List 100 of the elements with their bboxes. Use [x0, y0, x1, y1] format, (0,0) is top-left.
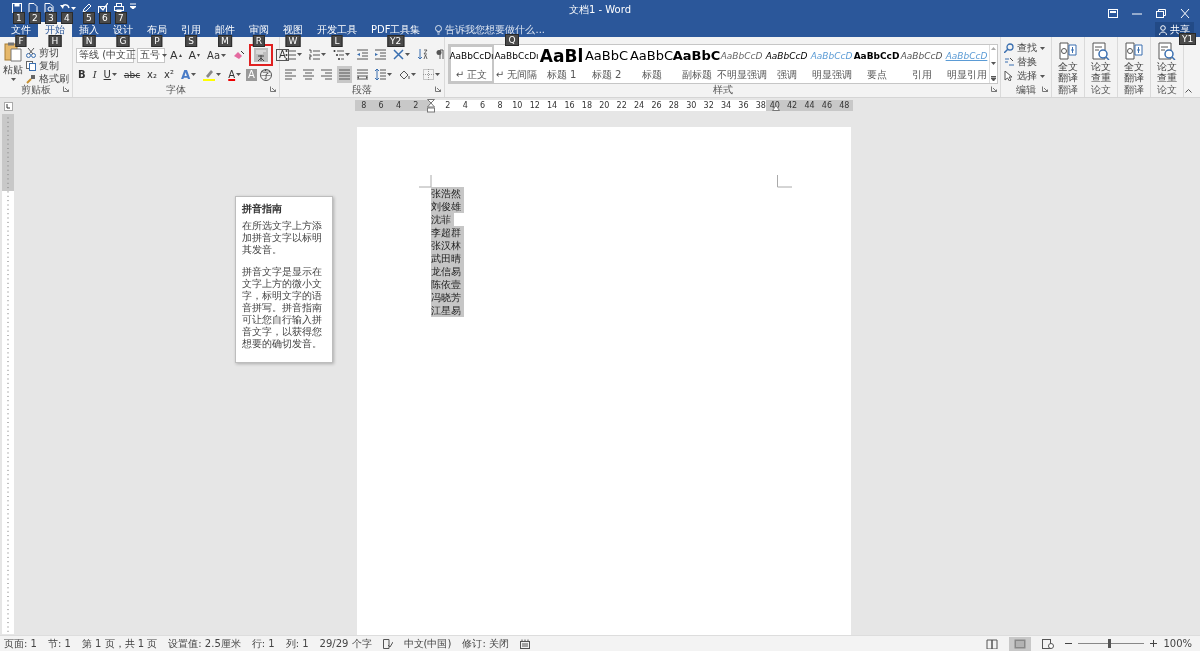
ribbon-tab[interactable]: 插入	[72, 22, 106, 37]
toolbar-button[interactable]	[28, 3, 38, 13]
group-title: 论文	[1091, 83, 1111, 96]
shrink-button[interactable]: A	[186, 46, 203, 64]
zoom-slider[interactable]	[1078, 639, 1145, 648]
clipboard-command[interactable]: 剪切	[26, 47, 69, 59]
view-button[interactable]	[1009, 636, 1032, 651]
style-preview: AaBbCcD	[945, 50, 988, 63]
style-label: 标题	[641, 68, 662, 82]
effects-button[interactable]: A	[178, 66, 199, 83]
ribbon-tab[interactable]: 设计	[106, 22, 140, 37]
slider-thumb[interactable]	[1108, 639, 1112, 648]
status-item[interactable]: 列: 1	[285, 636, 309, 651]
style-item[interactable]: AaBl 标题 1	[539, 45, 584, 83]
style-item[interactable]: AaBbCcD 要点	[854, 45, 899, 83]
replace-button[interactable]: 替换	[1004, 56, 1045, 68]
font-size-field[interactable]: 五号	[137, 47, 165, 63]
keytip-tooltip: 7	[115, 12, 127, 24]
ribbon-tab[interactable]: 视图	[276, 22, 310, 37]
check-button[interactable]: 论文查重	[1154, 40, 1180, 83]
style-item[interactable]: AaBbCcD 明显引用	[944, 45, 989, 83]
caret-icon	[236, 73, 242, 76]
status-item[interactable]: 页面: 1	[4, 636, 37, 651]
strike-button[interactable]: abc	[121, 66, 143, 83]
pencil-icon	[82, 3, 92, 13]
status-item[interactable]: 中文(中国)	[403, 636, 452, 651]
keytip-tooltip: N	[82, 35, 96, 47]
phonetic-button[interactable]	[249, 44, 274, 66]
status-item[interactable]: 节: 1	[47, 636, 71, 651]
align-center-icon	[303, 68, 314, 80]
zoom-in-button[interactable]	[1150, 640, 1158, 647]
bold-button[interactable]: B	[76, 66, 88, 83]
keytip-tooltip: G	[116, 35, 130, 47]
ribbon-tab[interactable]: 布局	[140, 22, 174, 37]
underline-button[interactable]: U	[101, 66, 119, 83]
style-item[interactable]: AaBbCcD 引用	[899, 45, 944, 83]
style-item[interactable]: AaBbCcD 不明显强调	[719, 45, 764, 83]
increase-indent-icon	[375, 49, 386, 61]
style-preview: AaBbCcD	[853, 50, 900, 63]
ribbon-tab[interactable]: 开发工具	[310, 22, 364, 37]
check-button[interactable]: 论文查重	[1088, 40, 1114, 83]
color-button[interactable]: A	[226, 66, 244, 83]
toolbar-button[interactable]	[12, 3, 22, 13]
toolbar-button[interactable]	[60, 3, 76, 13]
ribbon-tab[interactable]: PDF工具集	[364, 22, 428, 37]
chevron-up-icon	[1185, 89, 1192, 93]
tooltip-title: 拼音指南	[242, 202, 283, 216]
toolbar-button[interactable]	[98, 3, 108, 13]
keytip-tooltip: 1	[13, 12, 25, 24]
status-item[interactable]: 第 1 页，共 1 页	[81, 636, 158, 651]
keytip-tooltip: Q	[505, 34, 519, 46]
sub-button[interactable]: x₂	[145, 66, 160, 83]
ribbon-tab[interactable]: 文件	[4, 22, 38, 37]
style-item[interactable]: AaBbCcD 明显强调	[809, 45, 854, 83]
case-button[interactable]: Aa	[205, 46, 229, 64]
status-item[interactable]: 行: 1	[251, 636, 275, 651]
status-item[interactable]: 设置值: 2.5厘米	[168, 636, 241, 651]
italic-button[interactable]: I	[90, 66, 99, 83]
translate-button[interactable]: 全文翻译	[1055, 40, 1081, 83]
printer-icon	[114, 3, 124, 13]
align-left-icon	[285, 68, 296, 80]
zoom-out-button[interactable]	[1065, 640, 1073, 647]
sup-button[interactable]: x²	[162, 66, 176, 83]
clipboard-command[interactable]: 格式刷	[26, 73, 69, 85]
dialog-launcher-icon	[270, 86, 276, 92]
select-button[interactable]: 选择	[1004, 70, 1045, 82]
status-item[interactable]: 修订: 关闭	[462, 636, 509, 651]
zoom-level[interactable]: 100%	[1163, 638, 1192, 649]
customize-button[interactable]	[130, 3, 136, 9]
proofing-button[interactable]	[382, 638, 393, 649]
toolbar-button[interactable]	[44, 3, 54, 13]
border-button[interactable]: A	[276, 49, 289, 61]
translate-button[interactable]: 全文翻译	[1121, 40, 1147, 83]
style-label: 明显强调	[811, 68, 852, 82]
tell-me-field[interactable]: 告诉我您想要做什么...	[445, 22, 546, 37]
tab-selector-button[interactable]	[3, 102, 13, 111]
grow-button[interactable]: A	[168, 46, 184, 64]
caret-icon	[162, 53, 167, 57]
style-item[interactable]: AaBbC 标题 2	[584, 45, 629, 83]
scissors-icon	[26, 48, 36, 58]
style-item[interactable]: AaBbC 标题	[629, 45, 674, 83]
plus-icon	[1150, 640, 1158, 647]
group-title: 翻译	[1058, 83, 1078, 96]
status-item[interactable]: 29/29 个字	[319, 636, 372, 651]
justify-icon	[339, 68, 350, 80]
toolbar-button[interactable]	[82, 3, 92, 13]
clipboard-command[interactable]: 复制	[26, 60, 69, 72]
style-item[interactable]: AaBbCcDı ↵ 无间隔	[494, 45, 539, 83]
font-name-field[interactable]: 等线 (中文正	[76, 47, 134, 63]
macro-button[interactable]	[519, 638, 530, 649]
keytip-tooltip: H	[48, 35, 62, 47]
ribbon-tab[interactable]: 邮件	[208, 22, 242, 37]
ribbon-tab[interactable]: 引用	[174, 22, 208, 37]
ribbon-tab[interactable]: 审阅	[242, 22, 276, 37]
find-button[interactable]: 查找	[1004, 42, 1045, 54]
caret-icon	[221, 53, 227, 57]
style-item[interactable]: AaBbCcDı ↵ 正文	[449, 45, 494, 83]
close-icon	[1180, 9, 1190, 18]
style-preview: AaBbCcDı	[449, 50, 494, 63]
distributed-icon	[357, 68, 368, 80]
